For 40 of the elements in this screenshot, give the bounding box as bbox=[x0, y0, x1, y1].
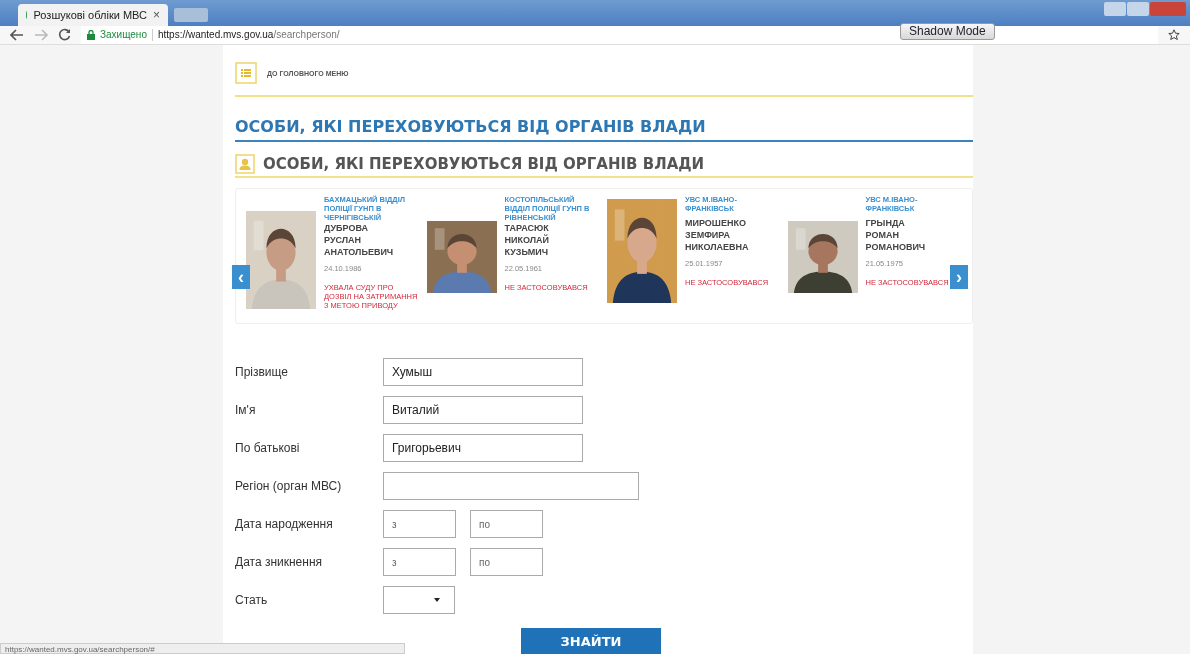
input-field[interactable] bbox=[383, 472, 639, 500]
section-title: ОСОБИ, ЯКІ ПЕРЕХОВУЮТЬСЯ ВІД ОРГАНІВ ВЛАДИ bbox=[263, 155, 705, 173]
input-field[interactable]: Хумыш bbox=[383, 358, 583, 386]
reload-icon[interactable] bbox=[58, 28, 71, 42]
field-label: По батькові bbox=[235, 441, 301, 455]
person-icon bbox=[235, 154, 255, 174]
date-from-field[interactable]: з bbox=[383, 548, 456, 576]
person-name[interactable]: ДУБРОВА РУСЛАН АНАТОЛЬЕВИЧ bbox=[324, 222, 421, 258]
input-field[interactable]: Виталий bbox=[383, 396, 583, 424]
browser-tab[interactable]: Розшукові обліки МВС × bbox=[18, 3, 168, 26]
minimize-button[interactable] bbox=[1104, 2, 1126, 16]
field-label: Прізвище bbox=[235, 365, 289, 379]
person-name[interactable]: ГРЫНДА РОМАН РОМАНОВИЧ bbox=[865, 217, 962, 253]
list-icon[interactable] bbox=[235, 62, 257, 84]
secure-label: Захищено bbox=[100, 29, 147, 41]
date-to-field[interactable]: по bbox=[470, 510, 543, 538]
person-name[interactable]: ТАРАСЮК НИКОЛАЙ КУЗЬМИЧ bbox=[504, 222, 601, 258]
close-button[interactable] bbox=[1150, 2, 1186, 16]
field-label: Регіон (орган МВС) bbox=[235, 479, 343, 493]
new-tab-button[interactable] bbox=[174, 7, 208, 22]
search-button[interactable]: ЗНАЙТИ bbox=[521, 628, 661, 654]
gender-select[interactable] bbox=[383, 586, 455, 614]
url-text: https://wanted.mvs.gov.ua/searchperson/ bbox=[157, 29, 340, 41]
maximize-button[interactable] bbox=[1127, 2, 1149, 16]
forward-icon[interactable] bbox=[34, 28, 48, 41]
date-from-field[interactable]: з bbox=[383, 510, 456, 538]
field-label: Стать bbox=[235, 593, 269, 607]
status-bar: https://wanted.mvs.gov.ua/searchperson/# bbox=[0, 643, 405, 654]
star-icon[interactable] bbox=[1168, 28, 1180, 41]
page-title: ОСОБИ, ЯКІ ПЕРЕХОВУЮТЬСЯ ВІД ОРГАНІВ ВЛАДИ bbox=[235, 117, 973, 142]
caret-icon bbox=[434, 598, 440, 602]
date-to-field[interactable]: по bbox=[470, 548, 543, 576]
field-label: Дата зникнення bbox=[235, 555, 324, 569]
field-label: Ім'я bbox=[235, 403, 257, 417]
close-tab-button[interactable]: × bbox=[153, 7, 160, 22]
person-name[interactable]: МИРОШЕНКО ЗЕМФИРА НИКОЛАЕВНА bbox=[685, 217, 782, 253]
input-field[interactable]: Григорьевич bbox=[383, 434, 583, 462]
back-icon[interactable] bbox=[10, 28, 24, 41]
lock-icon bbox=[87, 29, 95, 40]
field-label: Дата народження bbox=[235, 517, 334, 531]
